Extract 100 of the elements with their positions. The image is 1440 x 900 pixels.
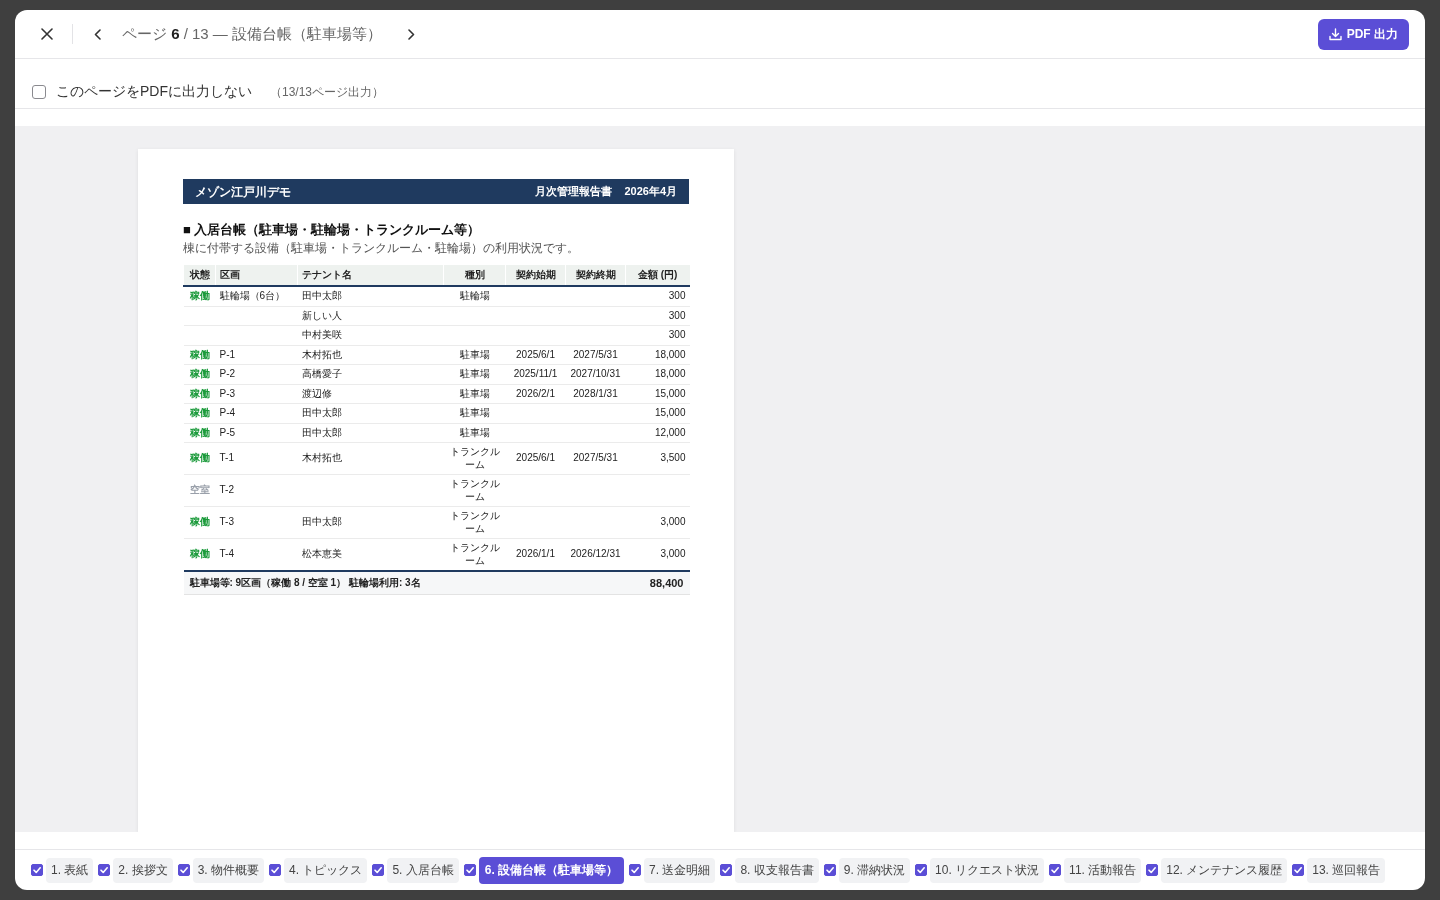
property-name: メゾン江戸川デモ <box>195 183 291 200</box>
exclude-checkbox[interactable] <box>32 85 46 99</box>
table-cell: T-3 <box>215 506 298 539</box>
page-tab[interactable]: 4. トピックス <box>284 857 368 883</box>
page-tab[interactable]: 11. 活動報告 <box>1064 857 1142 883</box>
table-cell: 2027/10/31 <box>565 364 626 384</box>
page-title: ページ 6 / 13 — 設備台帳（駐車場等） <box>122 24 383 44</box>
table-cell: 新しい人 <box>297 306 444 326</box>
report-period: 2026年4月 <box>624 184 677 199</box>
table-cell: 2026/2/1 <box>505 384 566 404</box>
table-cell: 18,000 <box>625 364 690 384</box>
table-cell: 駐輪場（6台） <box>215 286 298 306</box>
page-checkbox[interactable] <box>31 864 43 876</box>
page-count-text: （13/13ページ出力） <box>270 83 385 101</box>
status-text: 稼働 <box>189 426 210 438</box>
page-tab[interactable]: 9. 滞納状況 <box>838 857 911 883</box>
section-description: 棟に付帯する設備（駐車場・トランクルーム・駐輪場）の利用状況です。 <box>183 240 580 256</box>
table-cell: P-1 <box>215 345 298 365</box>
table-cell: 2025/6/1 <box>505 442 566 475</box>
page-tab[interactable]: 1. 表紙 <box>46 857 94 883</box>
table-footer-total: 88,400 <box>625 571 690 595</box>
table-cell: 2028/1/31 <box>565 384 626 404</box>
page-checkbox[interactable] <box>463 864 476 876</box>
table-cell: 2025/6/1 <box>505 345 566 365</box>
column-header: 区画 <box>215 265 298 286</box>
section-title: ■ 入居台帳（駐車場・駐輪場・トランクルーム等） <box>183 221 482 238</box>
page-checkbox[interactable] <box>629 864 642 876</box>
download-icon <box>1328 27 1342 41</box>
column-header: 状態 <box>183 265 216 286</box>
table-cell: 高橋愛子 <box>297 364 444 384</box>
page-tab[interactable]: 6. 設備台帳（駐車場等） <box>478 856 625 884</box>
column-header: 金額 (円) <box>625 265 690 286</box>
page-checkbox[interactable] <box>823 864 836 876</box>
page-tab[interactable]: 12. メンテナンス履歴 <box>1161 857 1288 883</box>
page-checkbox[interactable] <box>372 864 385 876</box>
table-cell: 3,500 <box>625 442 690 475</box>
page-tab[interactable]: 3. 物件概要 <box>192 857 265 883</box>
page-checkbox[interactable] <box>1049 864 1062 876</box>
table-cell: T-2 <box>215 474 298 507</box>
table-cell: 2025/11/1 <box>505 364 566 384</box>
page-tab[interactable]: 10. リクエスト状況 <box>930 857 1045 883</box>
status-text: 稼働 <box>189 368 210 379</box>
report-title: 月次管理報告書 <box>535 184 613 199</box>
table-cell: 12,000 <box>625 423 690 443</box>
table-cell: 駐車場 <box>443 423 506 443</box>
table-cell: トランクルーム <box>443 506 506 539</box>
table-cell: P-2 <box>215 364 298 384</box>
column-header: 契約始期 <box>505 265 566 286</box>
table-cell: 300 <box>625 306 690 326</box>
table-cell: P-5 <box>215 423 298 443</box>
table-cell: 300 <box>625 325 690 345</box>
table-footer-summary: 駐車場等: 9区画（稼働 8 / 空室 1） 駐輪場利用: 3名 <box>183 571 626 595</box>
page-tab[interactable]: 2. 挨拶文 <box>113 857 173 883</box>
page-tab[interactable]: 5. 入居台帳 <box>387 857 459 883</box>
status-text: 稼働 <box>189 387 210 399</box>
table-cell: 駐車場 <box>443 345 506 365</box>
page-checkbox[interactable] <box>177 864 190 876</box>
table-cell: 駐車場 <box>443 403 506 423</box>
table-cell: P-4 <box>215 403 298 423</box>
status-text: 空室 <box>189 484 210 496</box>
table-cell: 18,000 <box>625 345 690 365</box>
status-text: 稼働 <box>189 516 210 528</box>
table-cell: 木村拓也 <box>297 345 444 365</box>
table-cell: P-3 <box>215 384 298 404</box>
page-checkbox[interactable] <box>720 864 733 876</box>
close-icon[interactable] <box>41 28 53 40</box>
status-text: 稼働 <box>189 548 210 560</box>
table-cell: 2027/5/31 <box>565 442 626 475</box>
column-header: 種別 <box>443 265 506 286</box>
chevron-right-icon[interactable] <box>408 28 416 40</box>
chevron-left-icon[interactable] <box>94 28 101 40</box>
table-cell: 木村拓也 <box>297 442 444 475</box>
table-cell: 田中太郎 <box>297 506 444 539</box>
page-tab[interactable]: 7. 送金明細 <box>644 857 716 883</box>
table-cell: トランクルーム <box>443 442 506 475</box>
table-cell: 2027/5/31 <box>565 345 626 365</box>
status-text: 稼働 <box>189 290 210 301</box>
checkbox-label[interactable]: このページをPDFに出力しない <box>56 83 252 101</box>
status-text: 稼働 <box>189 348 210 360</box>
table-cell: 渡辺修 <box>297 384 444 404</box>
table-cell: T-1 <box>215 442 298 475</box>
table-cell: 田中太郎 <box>297 286 444 306</box>
pdf-export-button[interactable]: PDF 出力 <box>1317 18 1409 50</box>
page-checkbox[interactable] <box>1146 864 1159 876</box>
table-cell: 3,000 <box>625 506 690 539</box>
page-checkbox[interactable] <box>98 864 111 876</box>
column-header: 契約終期 <box>565 265 626 286</box>
status-text: 稼働 <box>189 407 210 418</box>
page-checkbox[interactable] <box>915 864 928 876</box>
page-checkbox[interactable] <box>269 864 282 876</box>
table-cell: 300 <box>625 286 690 306</box>
table-cell: 駐車場 <box>443 364 506 384</box>
page-tab[interactable]: 8. 収支報告書 <box>735 857 819 883</box>
page-checkbox[interactable] <box>1292 864 1305 876</box>
table-cell: 駐車場 <box>443 384 506 404</box>
table-cell: 駐輪場 <box>443 286 506 306</box>
table-cell: 15,000 <box>625 384 690 404</box>
status-text: 稼働 <box>189 452 210 464</box>
page-tab[interactable]: 13. 巡回報告 <box>1307 857 1386 883</box>
table-cell: 中村美咲 <box>297 325 444 345</box>
